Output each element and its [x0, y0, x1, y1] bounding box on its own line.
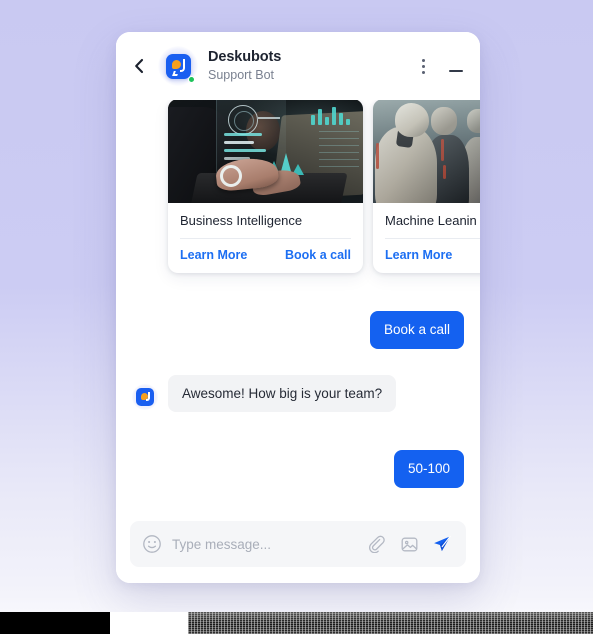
card-body: Business Intelligence Learn More Book a …	[168, 203, 363, 273]
card-links: Learn More	[385, 248, 480, 262]
info-card[interactable]: Machine Leanin Learn More	[373, 100, 480, 274]
bot-message-bubble: Awesome! How big is your team?	[168, 374, 397, 413]
message-row: Book a call	[116, 311, 480, 349]
minimize-icon[interactable]	[446, 56, 466, 76]
card-book-a-call-link[interactable]: Book a call	[285, 248, 351, 262]
user-message-bubble: 50-100	[393, 450, 464, 488]
message-composer	[130, 521, 466, 567]
message-row: 50-100	[116, 450, 480, 488]
card-carousel[interactable]: Business Intelligence Learn More Book a …	[116, 100, 480, 274]
card-title: Business Intelligence	[180, 213, 303, 228]
card-learn-more-link[interactable]: Learn More	[180, 248, 247, 262]
kebab-menu-icon[interactable]	[414, 55, 432, 77]
card-image	[168, 100, 363, 203]
deskubots-logo-icon	[165, 53, 191, 79]
card-image	[373, 100, 480, 203]
avatar	[158, 46, 198, 86]
online-status-dot	[188, 76, 195, 83]
message-list[interactable]: Business Intelligence Learn More Book a …	[116, 100, 480, 511]
header-text-group: Deskubots Support Bot	[208, 49, 414, 83]
composer-area	[116, 511, 480, 583]
user-message-bubble: Book a call	[369, 311, 464, 349]
bot-subtitle: Support Bot	[208, 68, 275, 83]
card-divider	[385, 238, 480, 240]
info-card[interactable]: Business Intelligence Learn More Book a …	[168, 100, 363, 274]
message-input[interactable]	[172, 536, 356, 552]
chat-header: Deskubots Support Bot	[116, 32, 480, 100]
header-actions	[414, 55, 466, 77]
card-body: Machine Leanin Learn More	[373, 203, 480, 273]
bot-avatar	[132, 384, 158, 411]
back-button[interactable]	[126, 53, 152, 79]
card-divider	[180, 238, 351, 240]
paperclip-icon[interactable]	[366, 534, 386, 554]
card-links: Learn More Book a call	[180, 248, 351, 262]
bot-name: Deskubots	[208, 48, 282, 65]
deskubots-logo-icon	[136, 388, 154, 407]
chevron-left-icon	[135, 58, 144, 74]
image-icon[interactable]	[399, 534, 419, 554]
chat-widget-window: Deskubots Support Bot Business Intellige…	[116, 32, 480, 583]
composer-actions	[366, 534, 452, 554]
smiley-icon[interactable]	[142, 534, 162, 554]
card-title: Machine Leanin	[385, 213, 477, 228]
send-paper-plane-icon[interactable]	[432, 534, 452, 554]
message-row: Awesome! How big is your team?	[116, 374, 480, 413]
card-learn-more-link[interactable]: Learn More	[385, 248, 452, 262]
bottom-capture-artifact	[0, 612, 593, 634]
